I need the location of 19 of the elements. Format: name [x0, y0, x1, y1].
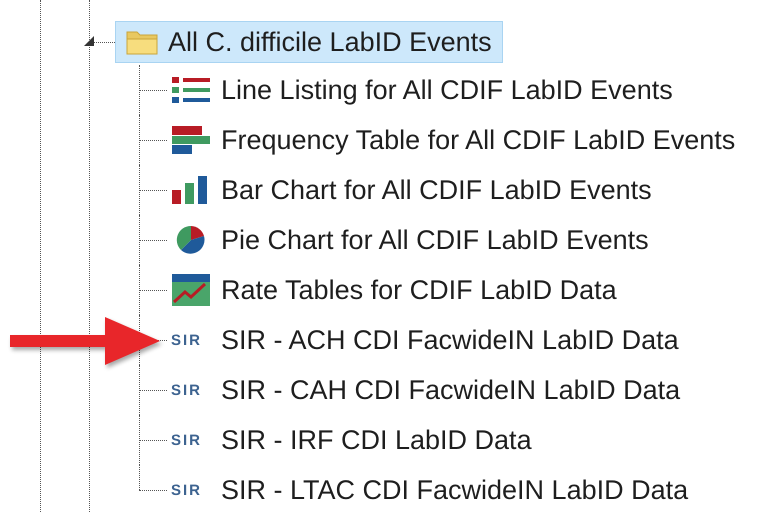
tree-item[interactable]: Pie Chart for All CDIF LabID Events	[221, 224, 649, 256]
horizontal-bars-icon	[171, 126, 211, 154]
tree-item[interactable]: Bar Chart for All CDIF LabID Events	[221, 174, 652, 206]
tree-item[interactable]: Frequency Table for All CDIF LabID Events	[221, 124, 736, 156]
sir-label: SIR	[171, 482, 202, 498]
tree-item[interactable]: Line Listing for All CDIF LabID Events	[221, 74, 673, 106]
sir-label: SIR	[171, 332, 202, 348]
folder-icon	[126, 29, 158, 55]
tree-item[interactable]: SIR - LTAC CDI FacwideIN LabID Data	[221, 474, 688, 506]
tree-folder-item[interactable]: All C. difficile LabID Events	[115, 21, 503, 63]
sir-label: SIR	[171, 432, 202, 448]
sir-label: SIR	[171, 382, 202, 398]
tree-item[interactable]: SIR - CAH CDI FacwideIN LabID Data	[221, 374, 680, 406]
tree-item[interactable]: SIR - IRF CDI LabID Data	[221, 424, 532, 456]
list-icon	[171, 76, 211, 104]
expand-triangle-icon[interactable]	[84, 36, 94, 46]
tree-item[interactable]: Rate Tables for CDIF LabID Data	[221, 274, 617, 306]
tree-item[interactable]: SIR - ACH CDI FacwideIN LabID Data	[221, 324, 679, 356]
rate-table-icon	[171, 274, 211, 306]
